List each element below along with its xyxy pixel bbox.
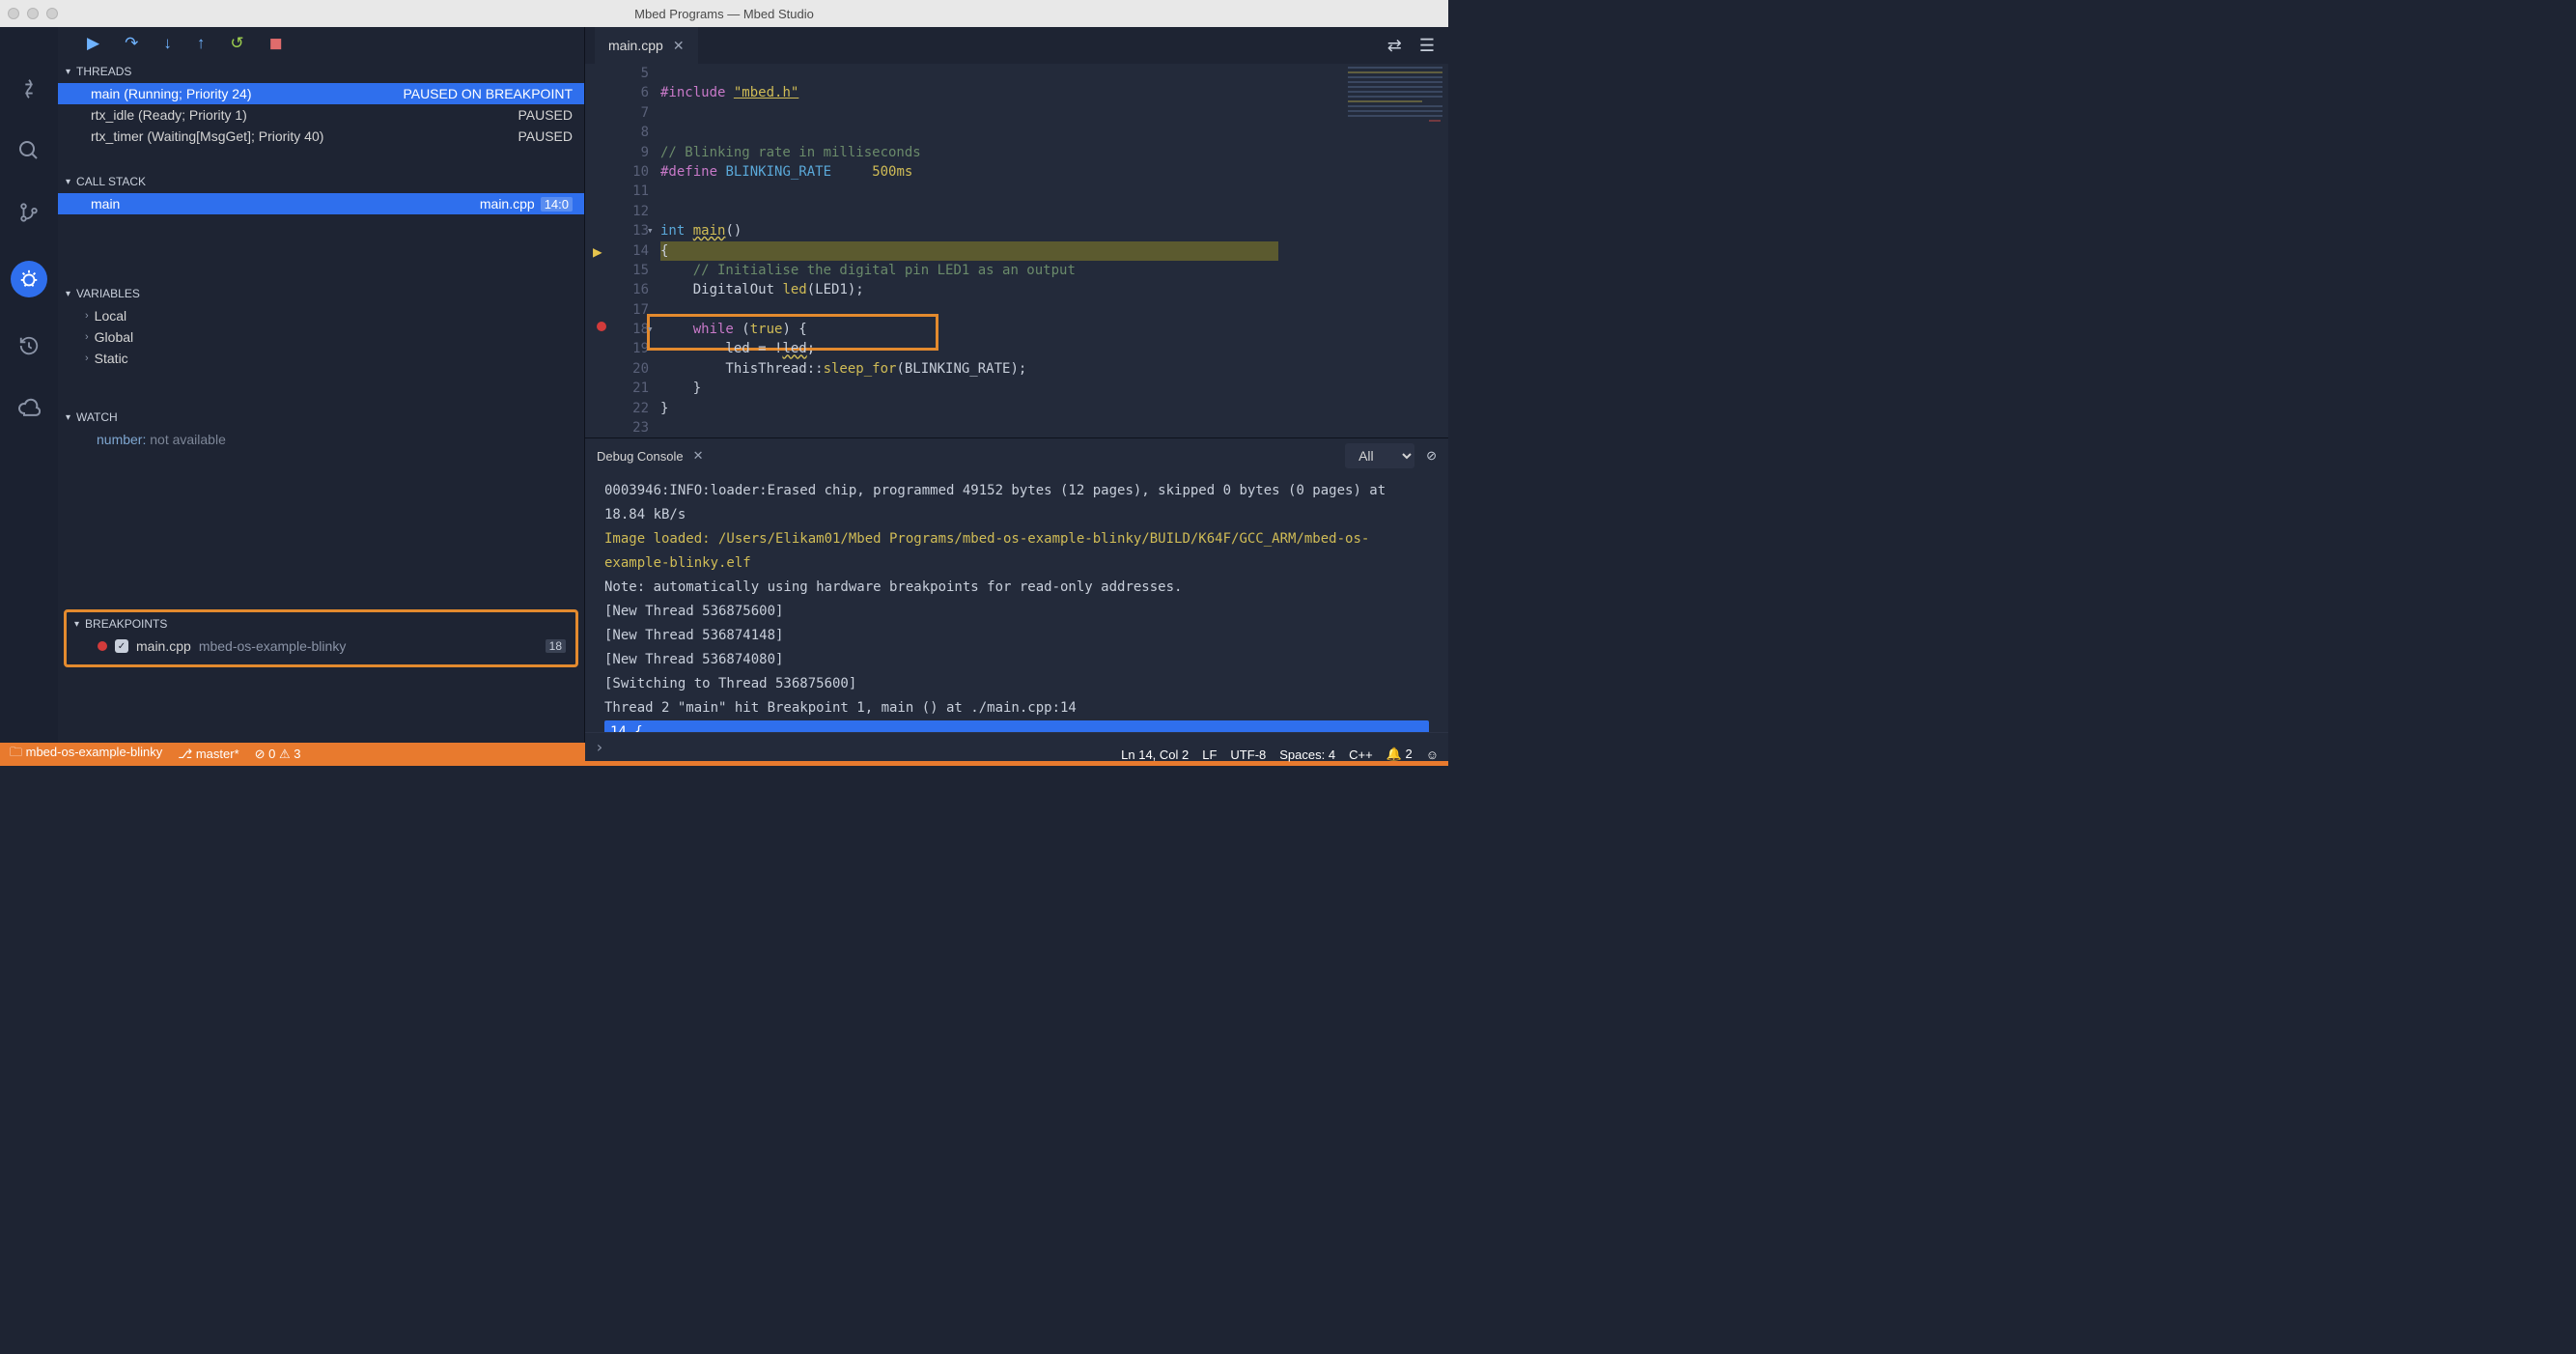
breakpoints-header[interactable]: ▾ BREAKPOINTS xyxy=(67,612,575,635)
continue-button[interactable]: ▶ xyxy=(87,34,99,53)
debug-console-panel: Debug Console ✕ All ⊘ 0003946:INFO:loade… xyxy=(585,437,1448,761)
status-lncol[interactable]: Ln 14, Col 2 xyxy=(1121,748,1189,762)
status-problems[interactable]: ⊘ 0 ⚠ 3 xyxy=(255,747,301,762)
console-output[interactable]: 0003946:INFO:loader:Erased chip, program… xyxy=(585,473,1448,732)
debug-toolbar: ▶ ↷ ↓ ↑ ↺ ◼ xyxy=(58,27,584,60)
activity-bar xyxy=(0,27,58,743)
status-feedback-icon[interactable]: ☺ xyxy=(1426,748,1439,762)
cloud-icon[interactable] xyxy=(15,394,42,421)
search-icon[interactable] xyxy=(15,137,42,164)
variables-header[interactable]: ▾ VARIABLES xyxy=(58,282,584,305)
code-editor[interactable]: 567891011121314151617181920212223 #inclu… xyxy=(585,64,1448,437)
debug-sidebar: ▶ ↷ ↓ ↑ ↺ ◼ ▾ THREADS main (Running; Pri… xyxy=(58,27,584,743)
editor-area: main.cpp ✕ ⇄ ☰ 5678910111213141516171819… xyxy=(584,27,1448,743)
status-encoding[interactable]: UTF-8 xyxy=(1230,748,1266,762)
threads-label: THREADS xyxy=(76,65,131,78)
step-out-button[interactable]: ↑ xyxy=(197,34,206,53)
fold-icon[interactable]: ▾ xyxy=(647,320,654,339)
editor-tab[interactable]: main.cpp ✕ xyxy=(595,27,698,64)
status-lang[interactable]: C++ xyxy=(1349,748,1373,762)
clear-console-icon[interactable]: ⊘ xyxy=(1426,448,1437,464)
restart-button[interactable]: ↺ xyxy=(230,34,243,53)
status-notifications[interactable]: 🔔 2 xyxy=(1386,747,1413,762)
prompt-icon: › xyxy=(595,738,604,756)
watch-label: WATCH xyxy=(76,410,118,424)
breakpoints-panel: ▾ BREAKPOINTS ✓ main.cpp mbed-os-example… xyxy=(64,609,578,667)
more-icon[interactable]: ☰ xyxy=(1419,36,1435,56)
thread-row[interactable]: rtx_idle (Ready; Priority 1)PAUSED xyxy=(58,104,584,126)
console-tab-label: Debug Console xyxy=(597,449,684,464)
chevron-down-icon: ▾ xyxy=(74,619,79,630)
breakpoint-dot-icon xyxy=(98,641,107,651)
breakpoint-checkbox[interactable]: ✓ xyxy=(115,639,128,653)
callstack-label: CALL STACK xyxy=(76,175,146,188)
fold-icon[interactable]: ▾ xyxy=(647,221,654,240)
variable-scope[interactable]: ›Local xyxy=(58,305,584,326)
callstack-row[interactable]: mainmain.cpp14:0 xyxy=(58,193,584,214)
status-branch[interactable]: ⎇ master* xyxy=(178,747,238,762)
step-over-button[interactable]: ↷ xyxy=(125,34,138,53)
chevron-down-icon: ▾ xyxy=(66,289,70,299)
window-title: Mbed Programs — Mbed Studio xyxy=(0,7,1448,21)
status-eol[interactable]: LF xyxy=(1202,748,1217,762)
console-tab[interactable]: Debug Console ✕ xyxy=(597,448,704,464)
execution-pointer-icon: ▶ xyxy=(593,242,602,262)
chevron-down-icon: ▾ xyxy=(66,67,70,77)
step-into-button[interactable]: ↓ xyxy=(163,34,172,53)
history-icon[interactable] xyxy=(15,332,42,359)
stop-button[interactable]: ◼ xyxy=(269,34,283,53)
variables-label: VARIABLES xyxy=(76,287,140,300)
debug-icon[interactable] xyxy=(11,261,47,297)
variable-scope[interactable]: ›Static xyxy=(58,348,584,369)
watch-header[interactable]: ▾ WATCH xyxy=(58,406,584,429)
tab-label: main.cpp xyxy=(608,38,663,53)
thread-row[interactable]: main (Running; Priority 24)PAUSED ON BRE… xyxy=(58,83,584,104)
window-titlebar: Mbed Programs — Mbed Studio xyxy=(0,0,1448,27)
compare-icon[interactable]: ⇄ xyxy=(1387,36,1402,56)
close-icon[interactable]: ✕ xyxy=(693,448,704,464)
chevron-down-icon: ▾ xyxy=(66,177,70,187)
variable-scope[interactable]: ›Global xyxy=(58,326,584,348)
callstack-header[interactable]: ▾ CALL STACK xyxy=(58,170,584,193)
source-control-icon[interactable] xyxy=(15,199,42,226)
close-icon[interactable]: ✕ xyxy=(673,38,685,54)
console-filter[interactable]: All xyxy=(1345,443,1414,468)
logo-icon[interactable] xyxy=(15,75,42,102)
breakpoint-row[interactable]: ✓ main.cpp mbed-os-example-blinky 18 xyxy=(67,635,575,657)
breakpoints-label: BREAKPOINTS xyxy=(85,617,167,631)
status-spaces[interactable]: Spaces: 4 xyxy=(1279,748,1335,762)
status-project[interactable]: 🗀 mbed-os-example-blinky xyxy=(10,744,162,765)
editor-tabbar: main.cpp ✕ ⇄ ☰ xyxy=(585,27,1448,64)
threads-header[interactable]: ▾ THREADS xyxy=(58,60,584,83)
chevron-down-icon: ▾ xyxy=(66,412,70,423)
watch-expression[interactable]: number: not available xyxy=(58,429,584,450)
thread-row[interactable]: rtx_timer (Waiting[MsgGet]; Priority 40)… xyxy=(58,126,584,147)
